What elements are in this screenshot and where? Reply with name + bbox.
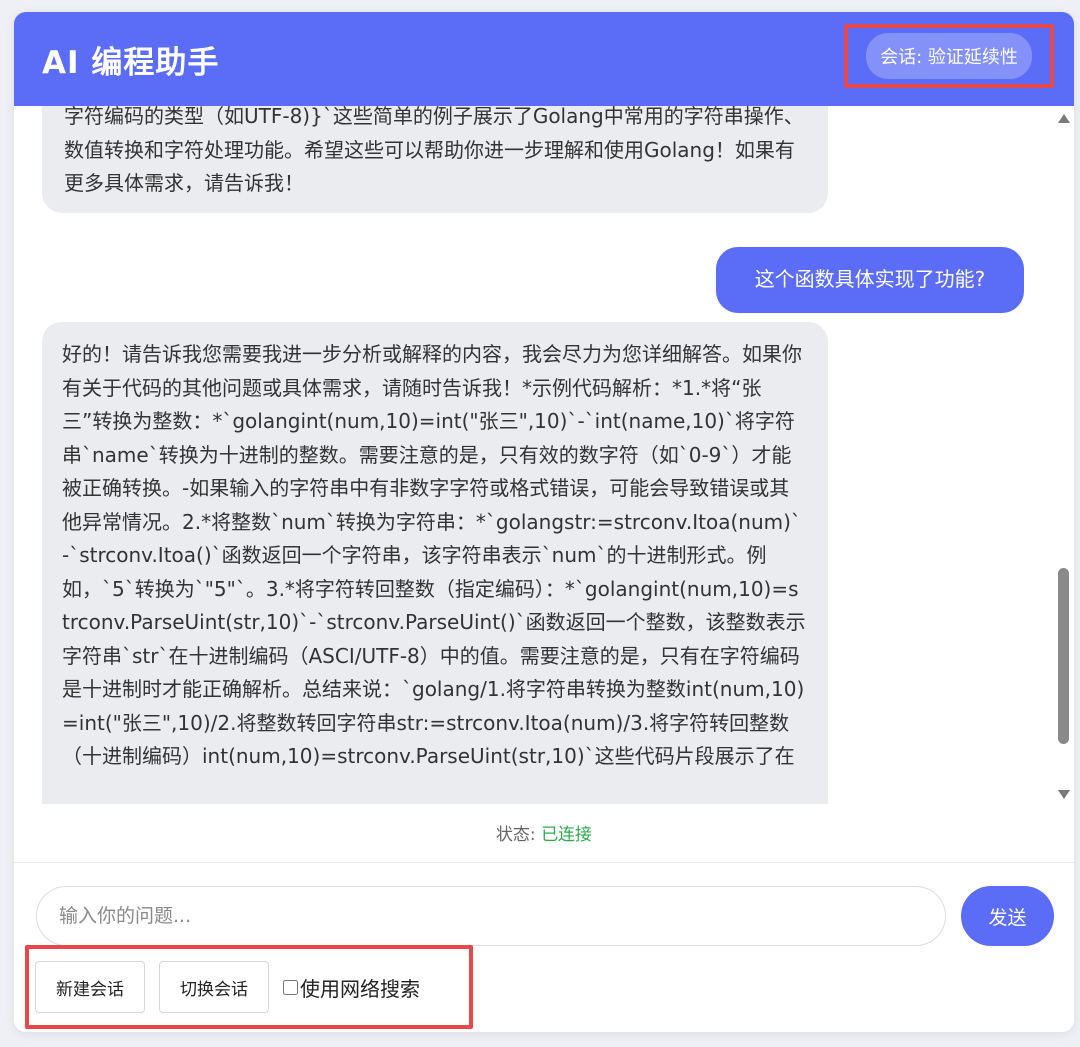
- session-controls-highlight-box: 新建会话 切换会话 使用网络搜索: [25, 945, 473, 1029]
- divider: [14, 862, 1074, 863]
- session-highlight-box: 会话: 验证延续性: [844, 24, 1054, 88]
- send-button[interactable]: 发送: [961, 886, 1054, 946]
- chat-scrollbar[interactable]: [1056, 108, 1072, 808]
- assistant-message: 字符编码的类型（如UTF-8)}`这些简单的例子展示了Golang中常用的字符串…: [42, 106, 828, 213]
- web-search-label: 使用网络搜索: [300, 977, 420, 1001]
- new-session-button[interactable]: 新建会话: [35, 961, 145, 1013]
- web-search-checkbox[interactable]: [283, 980, 298, 995]
- chat-app-window: AI 编程助手 会话: 验证延续性 字符编码的类型（如UTF-8)}`这些简单的…: [14, 12, 1074, 1032]
- assistant-message: 好的！请告诉我您需要我进一步分析或解释的内容，我会尽力为您详细解答。如果你有关于…: [42, 322, 828, 804]
- switch-session-button[interactable]: 切换会话: [159, 961, 269, 1013]
- scrollbar-thumb[interactable]: [1058, 568, 1069, 744]
- scroll-up-arrow-icon[interactable]: [1058, 114, 1070, 123]
- app-title: AI 编程助手: [42, 44, 220, 81]
- scroll-down-arrow-icon[interactable]: [1058, 790, 1070, 799]
- web-search-option[interactable]: 使用网络搜索: [283, 973, 420, 1002]
- chat-messages[interactable]: 字符编码的类型（如UTF-8)}`这些简单的例子展示了Golang中常用的字符串…: [14, 106, 1074, 804]
- status-label: 状态:: [495, 825, 542, 845]
- status-value: 已连接: [541, 825, 593, 845]
- question-input[interactable]: [36, 886, 946, 946]
- connection-status: 状态: 已连接: [14, 820, 1074, 845]
- session-badge[interactable]: 会话: 验证延续性: [866, 33, 1032, 79]
- user-message: 这个函数具体实现了功能?: [716, 247, 1024, 313]
